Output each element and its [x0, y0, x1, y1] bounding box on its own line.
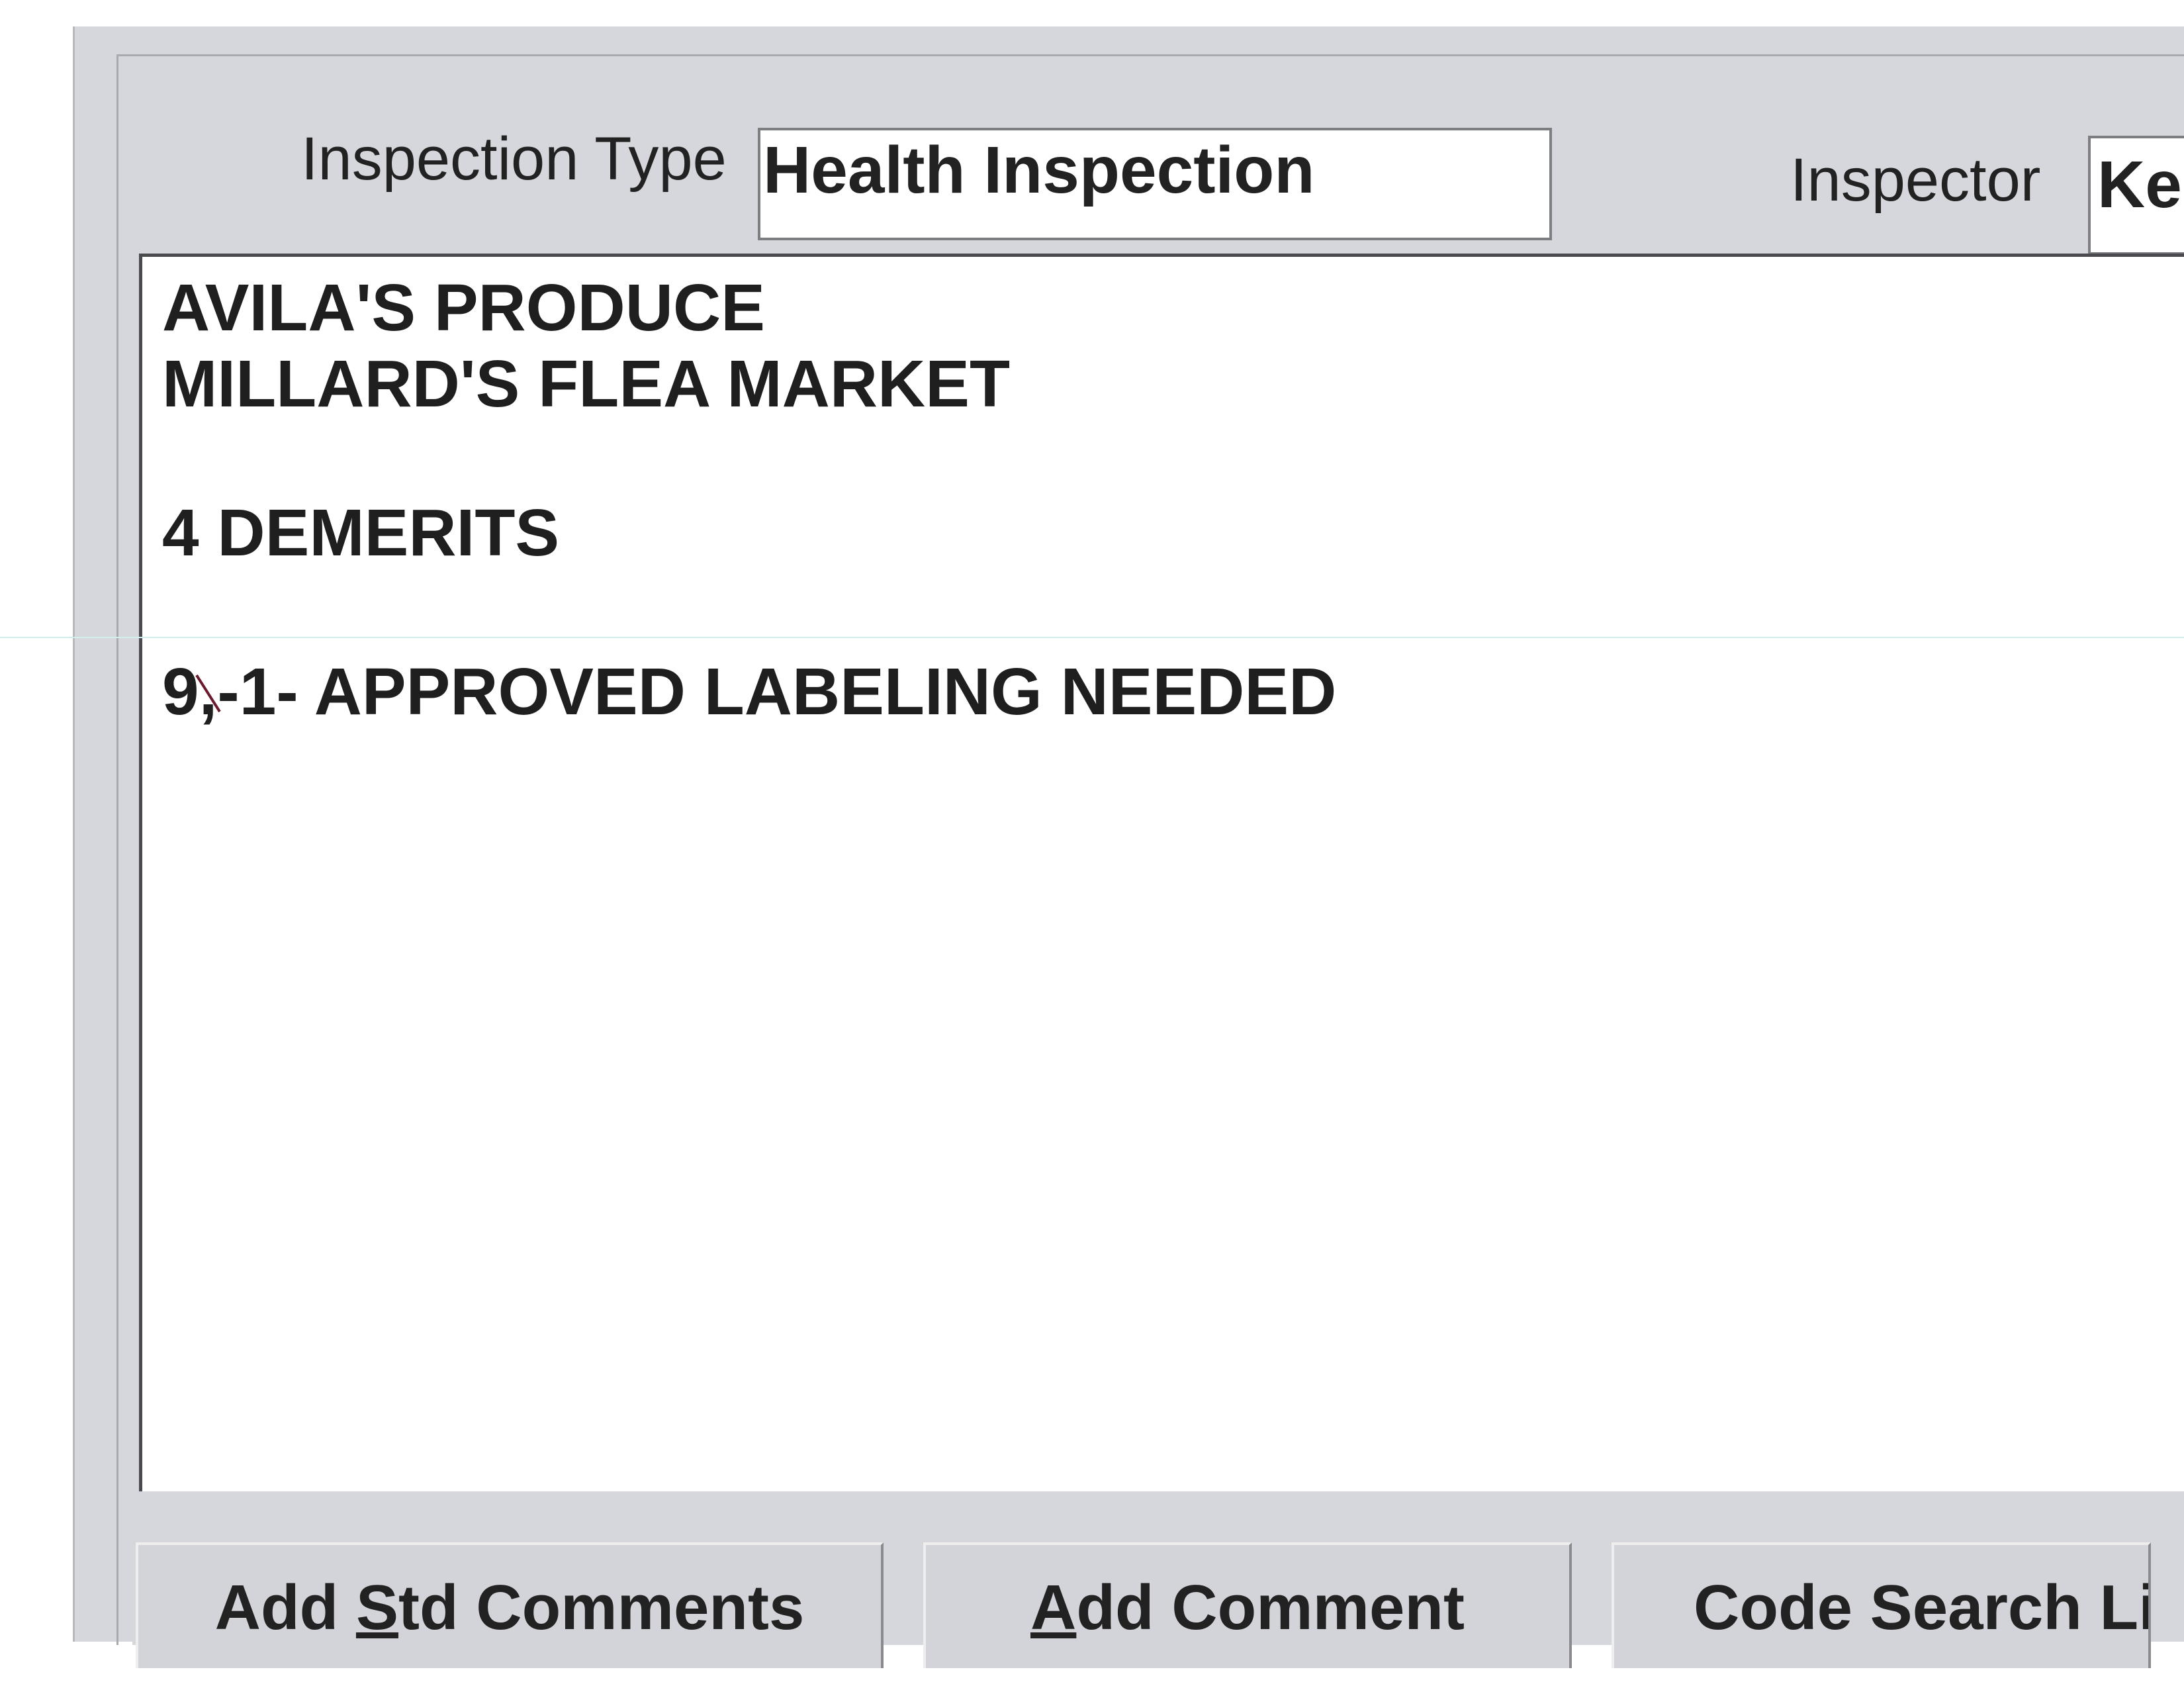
- code-search-button[interactable]: Code Search Li: [1612, 1542, 2151, 1668]
- button-label-part: dd Comment: [1076, 1572, 1465, 1643]
- comment-line: 9,-1- APPROVED LABELING NEEDED: [162, 655, 1337, 729]
- add-comment-button[interactable]: Add Comment: [923, 1542, 1572, 1668]
- inspector-label: Inspector: [1790, 146, 2041, 214]
- inspection-type-field[interactable]: Health Inspection: [758, 128, 1552, 240]
- inspector-field[interactable]: Ke: [2088, 136, 2184, 255]
- handwritten-strike-mark: [195, 674, 221, 713]
- scan-artifact-line: [0, 637, 2184, 638]
- button-label-part: Add: [214, 1572, 356, 1643]
- inspection-type-label: Inspection Type: [301, 125, 727, 193]
- comment-line: 4 DEMERITS: [162, 496, 560, 570]
- button-mnemonic: A: [1030, 1572, 1077, 1643]
- comment-line: MILLARD'S FLEA MARKET: [162, 347, 1011, 421]
- button-mnemonic: S: [355, 1572, 398, 1643]
- add-std-comments-button[interactable]: Add Std Comments: [136, 1542, 884, 1668]
- button-label-part: td Comments: [398, 1572, 805, 1643]
- comments-textarea[interactable]: AVILA'S PRODUCE MILLARD'S FLEA MARKET 4 …: [139, 254, 2184, 1491]
- comment-line: AVILA'S PRODUCE: [162, 271, 765, 345]
